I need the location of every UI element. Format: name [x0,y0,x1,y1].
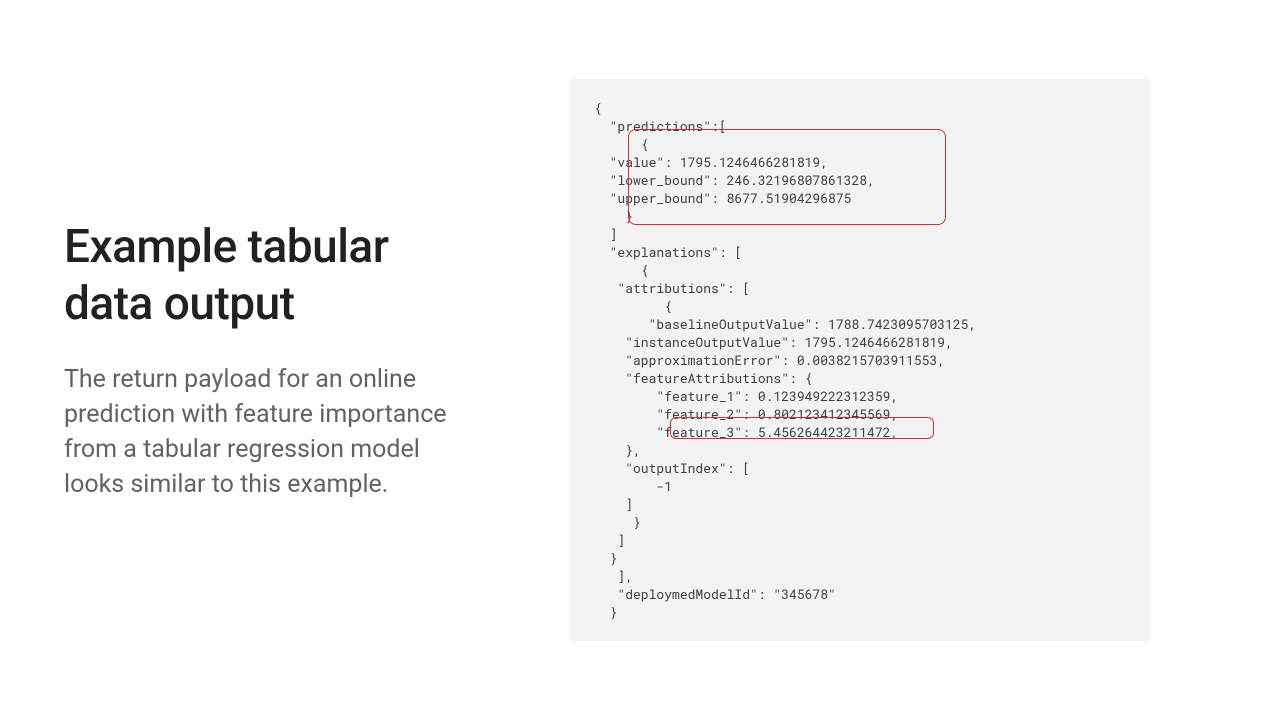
code-line: { [594,261,1126,279]
code-line: } [594,513,1126,531]
code-line: ] [594,531,1126,549]
code-line: "upper_bound": 8677.51904296875 [594,189,1126,207]
code-line: "predictions":[ [594,117,1126,135]
code-line: "explanations": [ [594,243,1126,261]
code-line: ], [594,567,1126,585]
code-line: "baselineOutputValue": 1788.742309570312… [594,315,1126,333]
code-line: { [594,297,1126,315]
code-line: } [594,549,1126,567]
code-line: "lower_bound": 246.32196807861328, [594,171,1126,189]
code-line: "featureAttributions": { [594,369,1126,387]
code-block: { "predictions":[ { "value": 1795.124646… [594,99,1126,621]
code-line: -1 [594,477,1126,495]
code-line: "value": 1795.1246466281819, [594,153,1126,171]
code-line: { [594,99,1126,117]
code-line: } [594,603,1126,621]
code-line: "feature_1": 0.123949222312359, [594,387,1126,405]
code-line: "feature_3": 5.456264423211472, [594,423,1126,441]
code-line: { [594,135,1126,153]
code-line: "outputIndex": [ [594,459,1126,477]
code-line: "instanceOutputValue": 1795.124646628181… [594,333,1126,351]
code-panel: { "predictions":[ { "value": 1795.124646… [570,79,1150,641]
code-line: ] [594,225,1126,243]
code-line: }, [594,441,1126,459]
code-line: "feature_2": 0.802123412345569, [594,405,1126,423]
code-line: "approximationError": 0.0038215703911553… [594,351,1126,369]
code-line: "deploymedModelId": "345678" [594,585,1126,603]
code-line: ] [594,495,1126,513]
slide-body-text: The return payload for an online predict… [64,362,460,502]
slide-heading: Example tabular data output [64,219,460,334]
code-line: "attributions": [ [594,279,1126,297]
code-line: } [594,207,1126,225]
